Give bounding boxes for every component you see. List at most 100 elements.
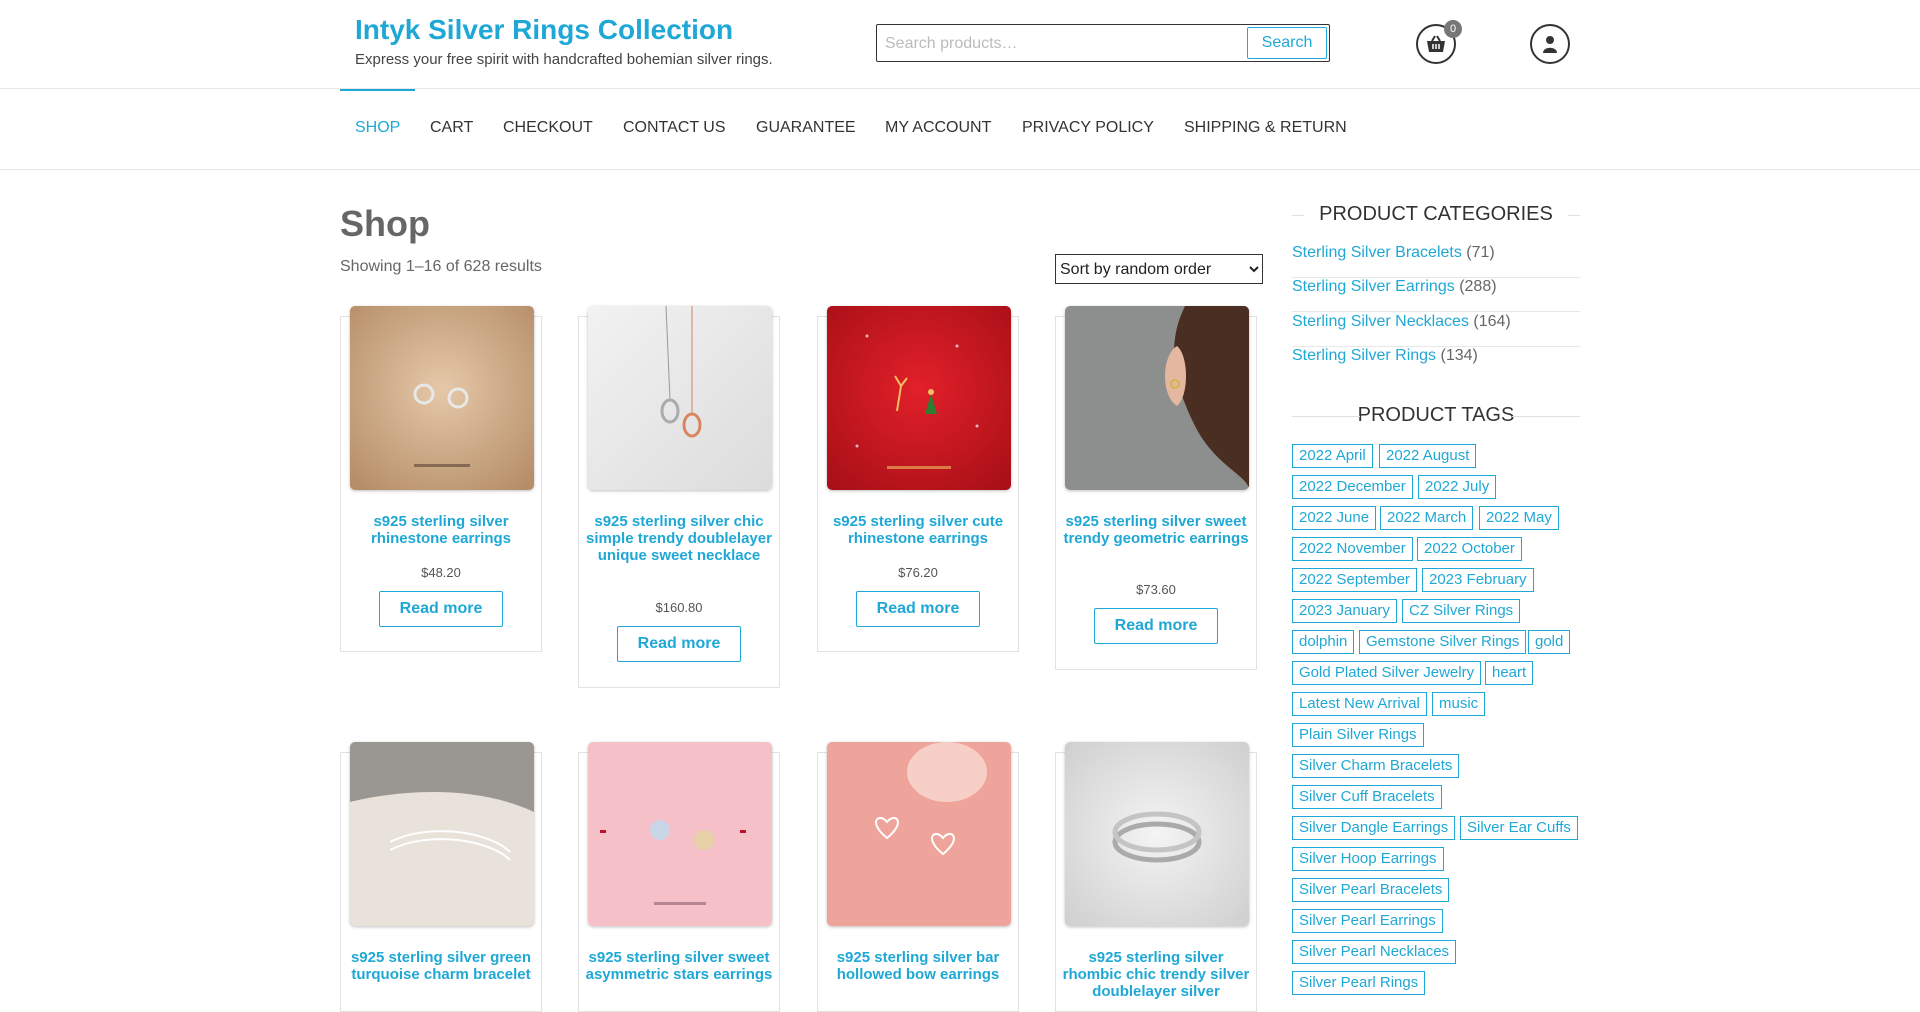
tag-link[interactable]: Silver Hoop Earrings (1292, 847, 1444, 871)
tag-link[interactable]: 2023 January (1292, 599, 1397, 623)
user-icon (1543, 36, 1557, 53)
divider (1292, 416, 1360, 417)
divider (1512, 416, 1580, 417)
divider (1568, 215, 1580, 216)
tag-link[interactable]: Plain Silver Rings (1292, 723, 1424, 747)
tag-link[interactable]: Silver Cuff Bracelets (1292, 785, 1442, 809)
tag-link[interactable]: 2022 December (1292, 475, 1413, 499)
shopping-basket-icon (1427, 35, 1445, 52)
tag-link[interactable]: 2023 February (1422, 568, 1534, 592)
tag-link[interactable]: Silver Charm Bracelets (1292, 754, 1460, 778)
search-form: Search (876, 24, 1330, 62)
read-more-button[interactable]: Read more (856, 591, 980, 627)
tag-link[interactable]: Latest New Arrival (1292, 692, 1427, 716)
tag-link[interactable]: Silver Pearl Necklaces (1292, 940, 1457, 964)
nav-active-indicator (340, 89, 415, 91)
nav-item-cart[interactable]: CART (430, 119, 473, 137)
product-title[interactable]: s925 sterling silver bar hollowed bow ea… (824, 949, 1012, 983)
category-link[interactable]: Sterling Silver Rings (1292, 347, 1436, 364)
product-title[interactable]: s925 sterling silver rhombic chic trendy… (1062, 949, 1250, 1000)
tag-link[interactable]: Silver Dangle Earrings (1292, 816, 1456, 840)
read-more-button[interactable]: Read more (379, 591, 503, 627)
product-price: $73.60 (1136, 582, 1176, 597)
tag-link[interactable]: gold (1528, 630, 1571, 654)
categories-heading: PRODUCT CATEGORIES (1319, 203, 1553, 225)
nav-item-guarantee[interactable]: GUARANTEE (756, 119, 856, 137)
product-card: s925 sterling silver green turquoise cha… (340, 742, 542, 1012)
tag-link[interactable]: Silver Pearl Bracelets (1292, 878, 1450, 902)
category-link[interactable]: Sterling Silver Earrings (1292, 278, 1455, 295)
category-count: (164) (1473, 313, 1511, 330)
nav-item-my-account[interactable]: MY ACCOUNT (885, 119, 991, 137)
search-button[interactable]: Search (1247, 27, 1327, 59)
tag-link[interactable]: 2022 April (1292, 444, 1373, 468)
tag-link[interactable]: Silver Pearl Rings (1292, 971, 1426, 995)
category-item: Sterling Silver Earrings (288) (1292, 278, 1580, 312)
product-image[interactable] (827, 306, 1011, 490)
read-more-button[interactable]: Read more (1094, 608, 1218, 644)
category-count: (134) (1440, 347, 1478, 364)
account-button[interactable] (1530, 24, 1570, 64)
product-title[interactable]: s925 sterling silver cute rhinestone ear… (824, 513, 1012, 547)
product-card: s925 sterling silver rhombic chic trendy… (1055, 742, 1257, 1012)
tag-link[interactable]: CZ Silver Rings (1402, 599, 1521, 623)
product-card: s925 sterling silver sweet asymmetric st… (578, 742, 780, 1012)
category-count: (288) (1459, 278, 1497, 295)
tags-heading: PRODUCT TAGS (1357, 404, 1515, 426)
tag-link[interactable]: 2022 June (1292, 506, 1377, 530)
page-title: Shop (340, 203, 430, 244)
tag-link[interactable]: Silver Pearl Earrings (1292, 909, 1443, 933)
nav-item-contact-us[interactable]: CONTACT US (623, 119, 726, 137)
product-title[interactable]: s925 sterling silver sweet asymmetric st… (585, 949, 773, 983)
tag-link[interactable]: 2022 March (1380, 506, 1474, 530)
tag-link[interactable]: 2022 July (1418, 475, 1497, 499)
tag-link[interactable]: 2022 September (1292, 568, 1417, 592)
product-image[interactable] (588, 306, 772, 490)
divider (1292, 215, 1304, 216)
product-image[interactable] (827, 742, 1011, 926)
site-header: Intyk Silver Rings Collection Express yo… (0, 0, 1920, 89)
nav-item-privacy-policy[interactable]: PRIVACY POLICY (1022, 119, 1154, 137)
product-image[interactable] (1065, 742, 1249, 926)
product-card: s925 sterling silver chic simple trendy … (578, 306, 780, 688)
product-image[interactable] (350, 742, 534, 926)
tag-link[interactable]: Silver Ear Cuffs (1460, 816, 1578, 840)
category-count: (71) (1466, 244, 1495, 261)
product-price: $160.80 (655, 600, 703, 615)
product-price: $76.20 (898, 565, 938, 580)
tag-link[interactable]: 2022 August (1379, 444, 1477, 468)
tag-link[interactable]: dolphin (1292, 630, 1355, 654)
category-item: Sterling Silver Rings (134) (1292, 347, 1580, 381)
product-image[interactable] (1065, 306, 1249, 490)
product-title[interactable]: s925 sterling silver green turquoise cha… (347, 949, 535, 983)
nav-item-shop[interactable]: SHOP (355, 119, 400, 137)
tag-link[interactable]: Gold Plated Silver Jewelry (1292, 661, 1482, 685)
tag-link[interactable]: 2022 October (1417, 537, 1522, 561)
category-link[interactable]: Sterling Silver Bracelets (1292, 244, 1462, 261)
search-input[interactable] (883, 30, 1247, 58)
nav-item-checkout[interactable]: CHECKOUT (503, 119, 593, 137)
tag-link[interactable]: 2022 November (1292, 537, 1413, 561)
tags-widget-title: PRODUCT TAGS (1292, 404, 1580, 427)
tag-link[interactable]: Gemstone Silver Rings (1359, 630, 1527, 654)
product-title[interactable]: s925 sterling silver sweet trendy geomet… (1062, 513, 1250, 547)
category-item: Sterling Silver Necklaces (164) (1292, 313, 1580, 347)
nav-item-shipping-return[interactable]: SHIPPING & RETURN (1184, 119, 1347, 137)
tag-link[interactable]: music (1432, 692, 1486, 716)
product-price: $48.20 (421, 565, 461, 580)
main-navigation: SHOP CART CHECKOUT CONTACT US GUARANTEE … (0, 89, 1920, 170)
product-card: s925 sterling silver sweet trendy geomet… (1055, 306, 1257, 670)
site-description: Express your free spirit with handcrafte… (355, 51, 773, 68)
product-image[interactable] (350, 306, 534, 490)
product-title[interactable]: s925 sterling silver chic simple trendy … (585, 513, 773, 564)
site-title[interactable]: Intyk Silver Rings Collection (355, 14, 733, 46)
tag-link[interactable]: 2022 May (1479, 506, 1559, 530)
product-card: s925 sterling silver rhinestone earrings… (340, 306, 542, 652)
category-item: Sterling Silver Bracelets (71) (1292, 244, 1580, 278)
sort-select[interactable]: Sort by random order (1055, 254, 1263, 284)
category-link[interactable]: Sterling Silver Necklaces (1292, 313, 1469, 330)
read-more-button[interactable]: Read more (617, 626, 741, 662)
product-title[interactable]: s925 sterling silver rhinestone earrings (347, 513, 535, 547)
tag-link[interactable]: heart (1485, 661, 1534, 685)
product-image[interactable] (588, 742, 772, 926)
